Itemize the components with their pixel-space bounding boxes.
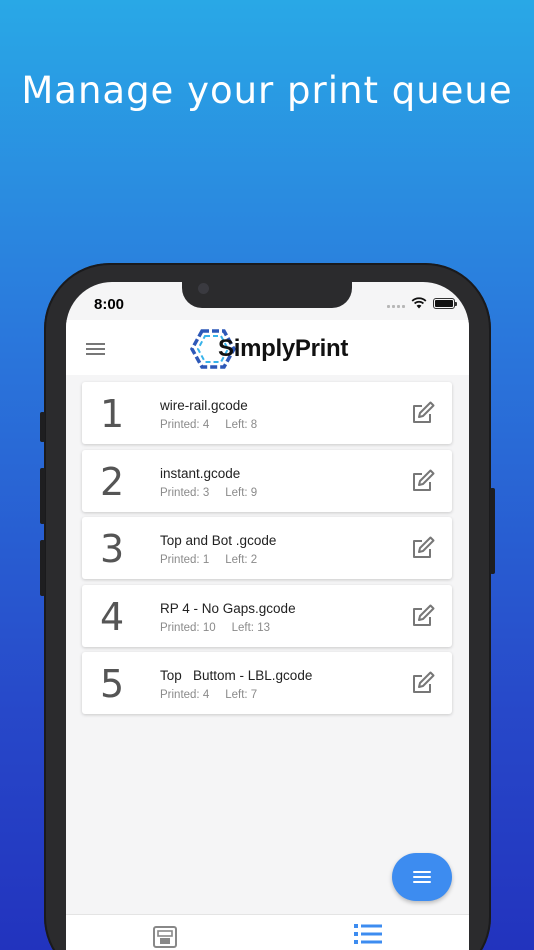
phone-side-button [40, 540, 45, 596]
phone-side-button [490, 488, 495, 574]
edit-pencil-icon[interactable] [410, 670, 436, 696]
status-indicators [387, 297, 457, 309]
left-count: Left: 2 [225, 554, 258, 566]
file-name: Top Buttom - LBL.gcode [160, 668, 313, 683]
queue-position: 4 [100, 594, 125, 639]
phone-side-button [40, 412, 45, 442]
hamburger-icon[interactable] [86, 343, 105, 355]
print-stats: Printed: 1 Left: 2 [160, 554, 257, 566]
left-count: Left: 9 [225, 486, 258, 499]
printed-count: Printed: 1 [160, 554, 210, 566]
menu-lines-icon [413, 871, 431, 873]
printed-count: Printed: 4 [160, 419, 210, 431]
notch [182, 282, 352, 308]
queue-position: 5 [100, 662, 125, 706]
bottom-navigation [66, 914, 469, 950]
left-count: Left: 13 [231, 621, 270, 634]
phone-side-button [40, 468, 45, 524]
left-count: Left: 7 [225, 689, 258, 701]
print-stats: Printed: 4 Left: 8 [160, 419, 257, 431]
file-name: RP 4 - No Gaps.gcode [160, 600, 296, 616]
file-name: Top and Bot .gcode [160, 533, 277, 548]
print-stats: Printed: 4 Left: 7 [160, 689, 257, 701]
queue-item[interactable]: 2 instant.gcode Printed: 3 Left: 9 [82, 449, 452, 512]
printer-icon[interactable] [152, 925, 178, 949]
queue-position: 3 [100, 527, 125, 571]
app-bar: SimplyPrint [66, 320, 469, 375]
signal-icon [387, 298, 405, 308]
edit-pencil-icon[interactable] [410, 535, 436, 561]
file-name: instant.gcode [160, 465, 241, 481]
camera [198, 283, 209, 294]
printed-count: Printed: 4 [160, 689, 210, 701]
queue-item[interactable]: 1 wire-rail.gcode Printed: 4 Left: 8 [82, 382, 452, 444]
queue-position: 1 [100, 392, 125, 436]
wifi-icon [411, 297, 427, 309]
edit-pencil-icon[interactable] [410, 400, 436, 426]
left-count: Left: 8 [225, 419, 258, 431]
menu-lines-icon [413, 876, 431, 878]
print-stats: Printed: 3 Left: 9 [160, 487, 257, 499]
battery-icon [433, 297, 457, 309]
edit-pencil-icon[interactable] [410, 603, 436, 629]
menu-lines-icon [413, 881, 431, 883]
file-name: wire-rail.gcode [160, 398, 248, 413]
fab-menu-button[interactable] [392, 853, 452, 901]
queue-item[interactable]: 5 Top Buttom - LBL.gcode Printed: 4 Left:… [82, 652, 452, 714]
list-icon[interactable] [354, 923, 382, 945]
status-time: 8:00 [94, 296, 125, 313]
queue-item[interactable]: 4 RP 4 - No Gaps.gcode Printed: 10 Left: … [82, 584, 452, 647]
print-stats: Printed: 10 Left: 13 [160, 622, 270, 634]
phone-screen: 8:00 SimplyPrint 1 wire-rail.gcode Print… [66, 282, 469, 950]
queue-position: 2 [100, 459, 125, 504]
printed-count: Printed: 10 [160, 621, 216, 634]
edit-pencil-icon[interactable] [410, 468, 436, 494]
printed-count: Printed: 3 [160, 486, 210, 499]
logo: SimplyPrint [190, 328, 348, 370]
print-queue-list: 1 wire-rail.gcode Printed: 4 Left: 8 2 in… [82, 382, 452, 720]
logo-text: SimplyPrint [218, 335, 349, 362]
headline: Manage your print queue [21, 69, 513, 112]
queue-item[interactable]: 3 Top and Bot .gcode Printed: 1 Left: 2 [82, 517, 452, 579]
